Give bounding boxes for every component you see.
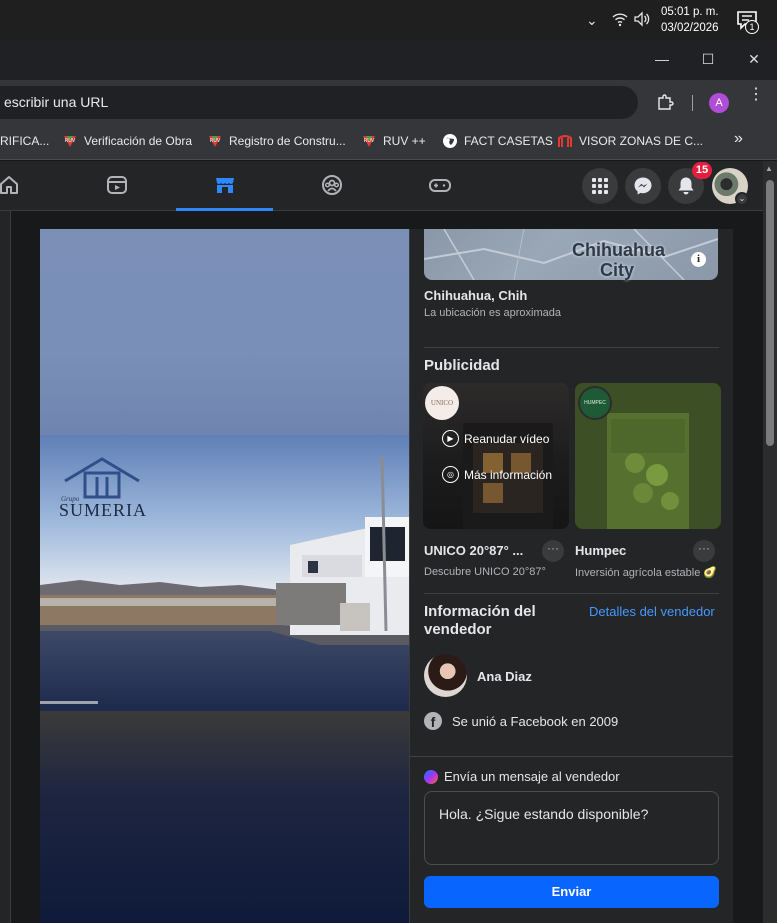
- bookmark-item[interactable]: FACT CASETAS: [442, 132, 553, 150]
- logo-text: SUMERIA: [59, 500, 148, 520]
- bell-icon: [678, 177, 694, 195]
- notification-badge: 15: [692, 162, 712, 179]
- photo-bottom-blur: [40, 711, 409, 923]
- gaming-icon: [429, 179, 451, 192]
- ad-options-button[interactable]: ···: [693, 540, 715, 562]
- browser-menu-icon[interactable]: ⋮: [748, 87, 764, 112]
- bookmark-label: Registro de Constru...: [229, 134, 346, 148]
- bookmark-label: RIFICA...: [0, 134, 50, 148]
- ad-options-button[interactable]: ···: [542, 540, 564, 562]
- send-button[interactable]: Enviar: [424, 876, 719, 908]
- ad-title[interactable]: UNICO 20°87° ...: [424, 543, 523, 558]
- messenger-icon: [424, 769, 438, 784]
- clock[interactable]: 05:01 p. m. 03/02/2026: [661, 4, 719, 36]
- clock-date: 03/02/2026: [661, 22, 719, 34]
- photo-sky-blur: [40, 229, 409, 435]
- toolbar-divider: [692, 95, 693, 111]
- seller-joined: Se unió a Facebook en 2009: [452, 714, 619, 729]
- notification-count-badge: 1: [745, 20, 759, 34]
- grid-menu-icon: [592, 178, 608, 194]
- bookmark-label: VISOR ZONAS DE C...: [579, 134, 704, 148]
- section-divider: [424, 593, 719, 594]
- more-info-label: Más información: [464, 467, 553, 482]
- section-divider: [409, 756, 733, 757]
- message-input[interactable]: Hola. ¿Sigue estando disponible?: [424, 791, 719, 865]
- seller-heading: Información del vendedor: [424, 603, 536, 638]
- home-icon: [0, 176, 18, 194]
- wifi-icon[interactable]: [612, 11, 628, 27]
- location-map[interactable]: [424, 229, 718, 280]
- bookmark-item[interactable]: RUV Registro de Constru...: [207, 132, 346, 150]
- play-icon: ▶: [442, 430, 459, 447]
- resume-video-label: Reanudar vídeo: [464, 431, 550, 446]
- globe-icon: [443, 134, 457, 148]
- message-heading: Envía un mensaje al vendedor: [424, 769, 620, 784]
- marketplace-icon: [216, 178, 234, 193]
- ad-subtitle: Inversión agrícola estable 🥑: [575, 567, 718, 579]
- clock-time: 05:01 p. m.: [661, 6, 719, 18]
- chevron-down-icon[interactable]: ⌄: [586, 12, 598, 29]
- section-divider: [424, 347, 719, 348]
- seller-name[interactable]: Ana Diaz: [477, 669, 532, 684]
- globe-icon: ◎: [442, 466, 459, 483]
- groups-icon: [322, 175, 342, 195]
- seller-avatar[interactable]: [424, 654, 467, 697]
- ad-logo-text: HUMPEC: [584, 400, 606, 406]
- menu-button[interactable]: [582, 168, 618, 204]
- ad-logo: UNICO: [425, 386, 459, 420]
- ad-logo: HUMPEC: [578, 386, 612, 420]
- scroll-up-arrow[interactable]: ▲: [765, 164, 773, 173]
- address-bar-text[interactable]: escribir una URL: [4, 94, 108, 110]
- ruv-icon: RUV: [209, 136, 221, 147]
- info-icon[interactable]: i: [691, 252, 706, 267]
- maximize-button[interactable]: ☐: [698, 49, 718, 69]
- close-window-button[interactable]: ✕: [744, 49, 764, 69]
- video-icon: [107, 176, 127, 194]
- bookmark-label: FACT CASETAS: [464, 134, 553, 148]
- location-subtitle: La ubicación es aproximada: [424, 307, 561, 319]
- nav-marketplace-tab[interactable]: [210, 166, 240, 204]
- bookmark-item[interactable]: RUV Verificación de Obra: [62, 132, 192, 150]
- message-heading-label: Envía un mensaje al vendedor: [444, 769, 620, 784]
- bookmarks-overflow-button[interactable]: »: [734, 130, 743, 148]
- nav-groups-tab[interactable]: [317, 166, 347, 204]
- ruv-icon: RUV: [64, 136, 76, 147]
- bookmark-label: Verificación de Obra: [84, 134, 193, 148]
- seller-details-link[interactable]: Detalles del vendedor: [589, 604, 715, 619]
- bookmark-item[interactable]: RUV RUV ++: [361, 132, 426, 150]
- nav-video-tab[interactable]: [102, 166, 132, 204]
- screen: ⌄ 05:01 p. m. 03/02/2026 1 — ☐ ✕ escribi…: [0, 0, 777, 923]
- listing-photo-viewer[interactable]: [40, 229, 409, 923]
- ad-subtitle: Descubre UNICO 20°87°: [424, 566, 546, 578]
- volume-icon[interactable]: [633, 11, 651, 27]
- messenger-icon: [634, 177, 652, 195]
- scrollbar-thumb[interactable]: [766, 180, 774, 446]
- resume-video-button[interactable]: ▶ Reanudar vídeo: [442, 430, 549, 447]
- more-info-button[interactable]: ◎ Más información: [442, 466, 552, 483]
- svg-text:RUV: RUV: [210, 138, 221, 144]
- map-image: [424, 229, 718, 280]
- nav-gaming-tab[interactable]: [425, 166, 455, 204]
- ruv-icon: RUV: [363, 136, 375, 147]
- profile-avatar[interactable]: A: [709, 93, 729, 113]
- ad-logo-text: UNICO: [430, 399, 454, 407]
- bookmark-item[interactable]: VISOR ZONAS DE C...: [557, 132, 703, 150]
- left-rail: [0, 211, 11, 923]
- location-title: Chihuahua, Chih: [424, 288, 528, 303]
- chevron-down-icon[interactable]: ⌄: [735, 192, 749, 206]
- svg-text:RUV: RUV: [65, 138, 76, 144]
- svg-text:RUV: RUV: [364, 138, 375, 144]
- nav-home-tab[interactable]: [0, 166, 24, 204]
- facebook-icon: f: [424, 712, 442, 730]
- map-city-label: Chihuahua City: [572, 240, 665, 280]
- gate-icon: [558, 135, 572, 147]
- minimize-button[interactable]: —: [652, 49, 672, 69]
- ad-title[interactable]: Humpec: [575, 543, 626, 558]
- extensions-icon[interactable]: [656, 93, 674, 111]
- ads-heading: Publicidad: [424, 357, 500, 374]
- messenger-button[interactable]: [625, 168, 661, 204]
- bookmark-item[interactable]: RIFICA...: [0, 132, 49, 150]
- bookmark-label: RUV ++: [383, 134, 426, 148]
